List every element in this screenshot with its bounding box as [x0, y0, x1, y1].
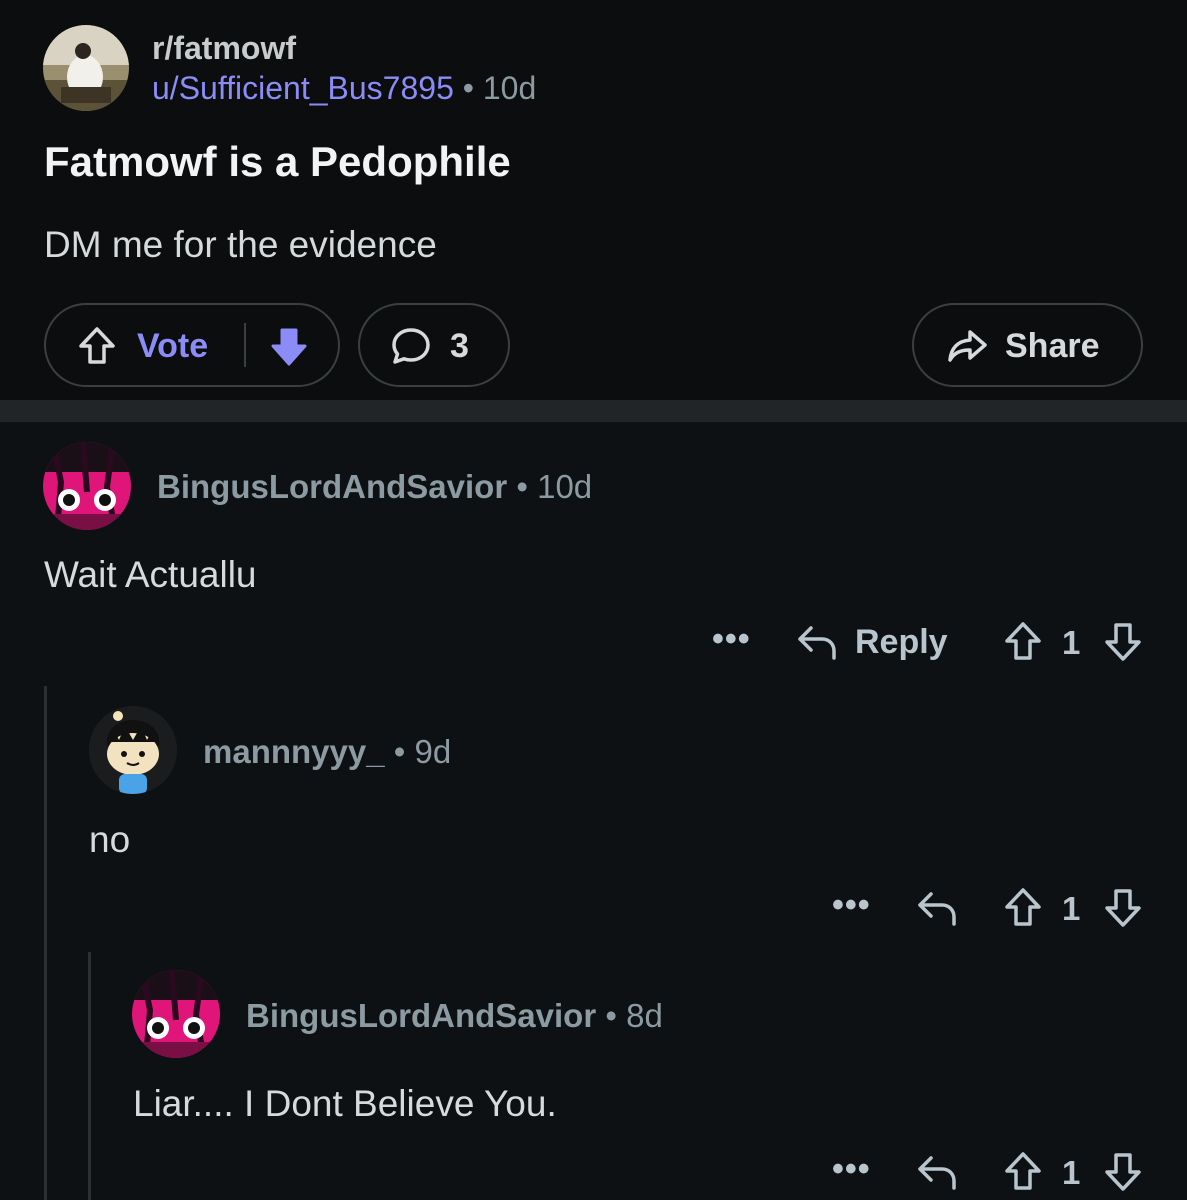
comment-author-line: BingusLordAndSavior • 10d	[157, 468, 592, 506]
upvote-icon[interactable]	[1002, 886, 1044, 928]
comment-age: 8d	[626, 997, 663, 1034]
comment-score: 1	[1062, 890, 1081, 927]
speech-bubble-icon	[392, 328, 430, 364]
post-body: DM me for the evidence	[44, 224, 437, 265]
post-card: r/fatmowf u/Sufficient_Bus7895 • 10d Fat…	[0, 0, 1187, 400]
comment-avatar[interactable]	[89, 706, 177, 794]
post-meta: u/Sufficient_Bus7895 • 10d	[152, 70, 536, 107]
upvote-icon[interactable]	[1002, 620, 1044, 662]
comment-text: Wait Actuallu	[44, 554, 257, 595]
reply-button[interactable]: Reply	[855, 623, 948, 662]
downvote-icon[interactable]	[1102, 886, 1144, 928]
comment-avatar[interactable]	[132, 970, 220, 1058]
comment-author[interactable]: BingusLordAndSavior	[246, 997, 596, 1034]
thread-line[interactable]	[88, 952, 91, 1200]
meta-separator: •	[516, 468, 528, 505]
comment-score: 1	[1062, 624, 1081, 661]
subreddit-avatar[interactable]	[43, 25, 129, 111]
upvote-icon[interactable]	[76, 325, 118, 367]
subreddit-name[interactable]: r/fatmowf	[152, 30, 296, 67]
downvote-icon[interactable]	[268, 325, 310, 367]
share-arrow-icon	[948, 330, 987, 362]
comment-author[interactable]: mannnyyy_	[203, 733, 385, 770]
more-options-button[interactable]: •••	[832, 1150, 871, 1189]
comment-author-line: mannnyyy_ • 9d	[203, 733, 451, 771]
vote-label: Vote	[137, 327, 209, 365]
comment-author-line: BingusLordAndSavior • 8d	[246, 997, 663, 1035]
upvote-icon[interactable]	[1002, 1150, 1044, 1192]
more-options-button[interactable]: •••	[832, 886, 871, 925]
comment-actions: ••• Reply 1	[700, 618, 1150, 664]
comment-text: no	[89, 819, 131, 860]
comment-actions: ••• 1	[820, 1148, 1150, 1194]
comment-actions: ••• 1	[820, 884, 1150, 930]
post-title[interactable]: Fatmowf is a Pedophile	[44, 138, 511, 186]
meta-separator: •	[605, 997, 617, 1034]
post-author[interactable]: u/Sufficient_Bus7895	[152, 70, 454, 106]
reddit-thread-page: r/fatmowf u/Sufficient_Bus7895 • 10d Fat…	[0, 0, 1187, 1200]
comment-age: 10d	[537, 468, 593, 505]
comment-count: 3	[450, 327, 469, 365]
comment-score: 1	[1062, 1154, 1081, 1191]
meta-separator: •	[393, 733, 406, 770]
comment-author[interactable]: BingusLordAndSavior	[157, 468, 507, 505]
share-button[interactable]: Share	[912, 303, 1143, 387]
more-options-button[interactable]: •••	[712, 620, 751, 659]
reply-icon[interactable]	[916, 1150, 958, 1192]
vote-control: Vote	[44, 303, 340, 387]
comment-avatar[interactable]	[43, 442, 131, 530]
section-divider	[0, 400, 1187, 422]
downvote-icon[interactable]	[1102, 620, 1144, 662]
meta-separator: •	[462, 70, 474, 106]
comment-text: Liar.... I Dont Believe You.	[133, 1083, 557, 1124]
share-label: Share	[1005, 327, 1100, 365]
comments-button[interactable]: 3	[358, 303, 510, 387]
vote-divider	[244, 323, 246, 367]
reply-icon[interactable]	[916, 886, 958, 928]
reply-icon[interactable]	[796, 620, 838, 662]
thread-line[interactable]	[44, 686, 47, 1200]
comment-age: 9d	[414, 733, 452, 770]
post-age: 10d	[482, 70, 537, 106]
downvote-icon[interactable]	[1102, 1150, 1144, 1192]
